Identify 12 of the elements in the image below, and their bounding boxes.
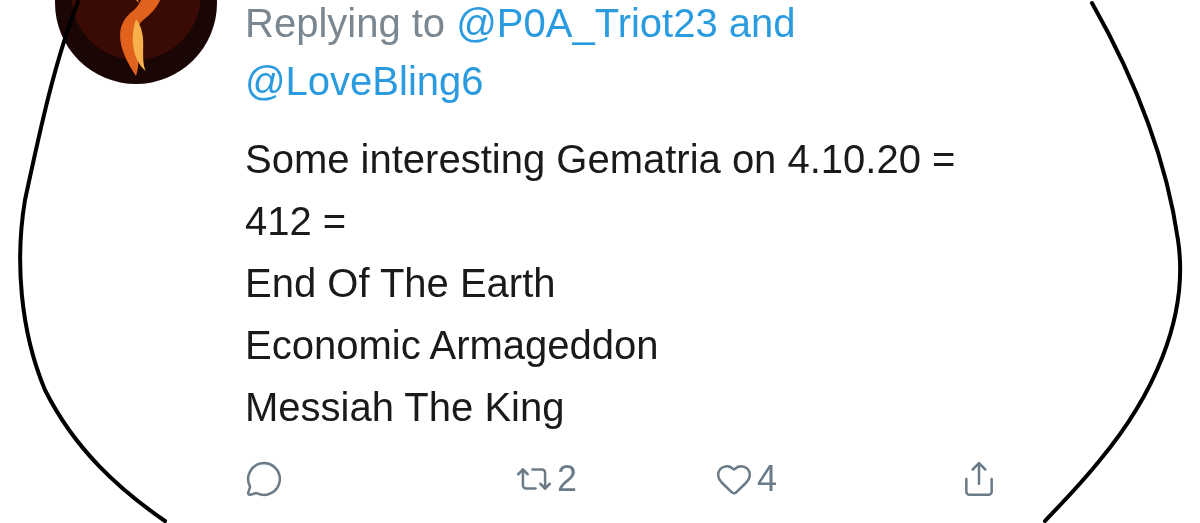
tweet-text-line: Messiah The King xyxy=(245,384,566,431)
tweet-text-line: End Of The Earth xyxy=(245,260,557,307)
speech-bubble-icon xyxy=(245,460,283,498)
tweet-text-line: Economic Armageddon xyxy=(245,322,660,369)
retweet-button[interactable]: 2 xyxy=(515,458,578,500)
like-button[interactable]: 4 xyxy=(715,458,778,500)
reply-button[interactable] xyxy=(245,460,283,498)
tweet-text-line: Some interesting Gematria on 4.10.20 = xyxy=(245,136,957,183)
reply-context: Replying to @P0A_Triot23 and @LoveBling6 xyxy=(245,0,797,105)
mention-link[interactable]: @LoveBling6 xyxy=(245,59,484,103)
mention-link[interactable]: @P0A_Triot23 xyxy=(456,1,718,45)
tweet-text-line: 412 = xyxy=(245,198,348,245)
